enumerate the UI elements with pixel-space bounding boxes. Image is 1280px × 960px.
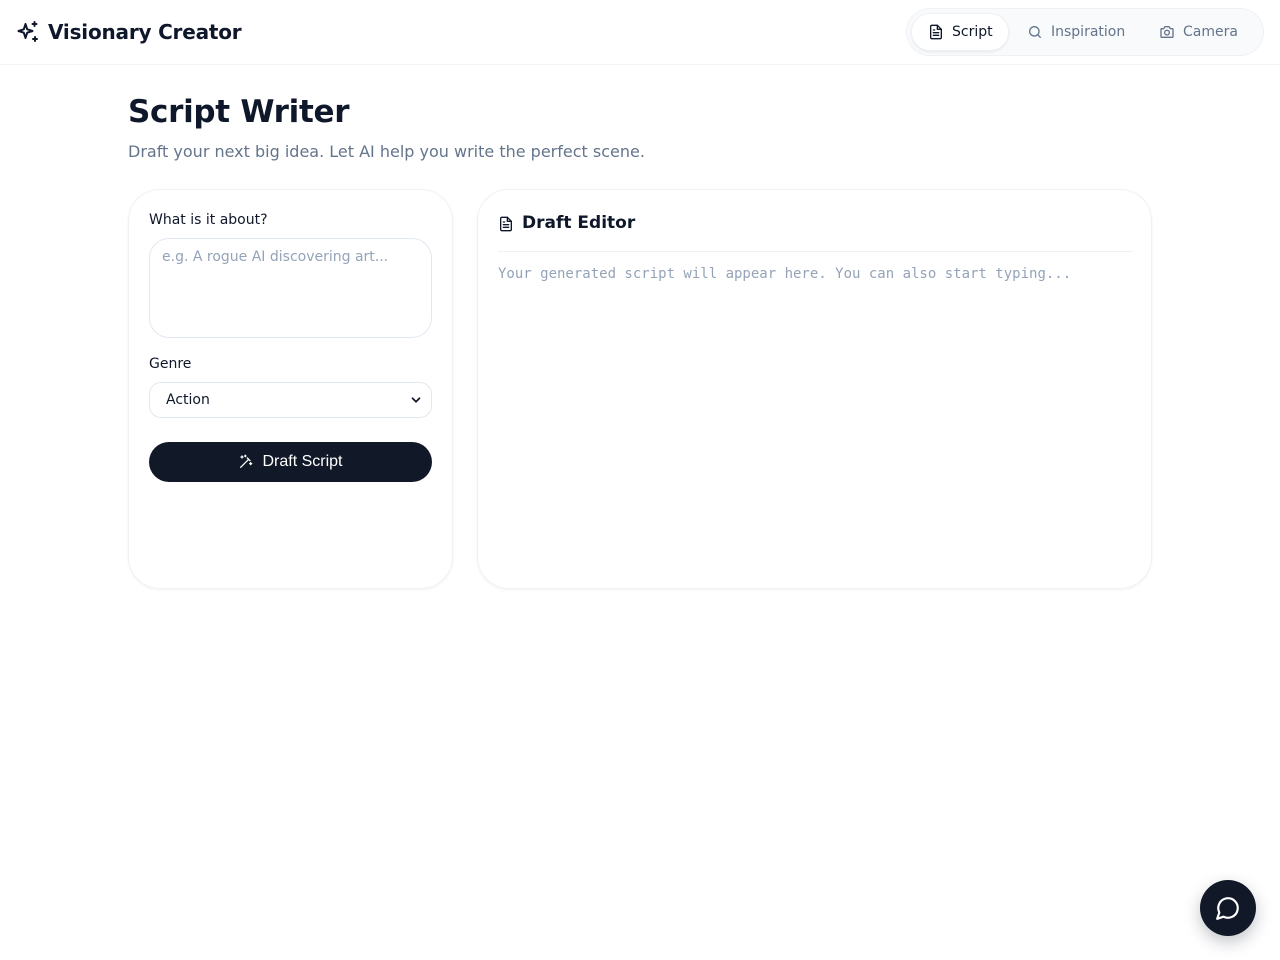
- genre-selected-value: Action: [166, 392, 210, 408]
- sparkles-icon: [16, 20, 40, 44]
- camera-icon: [1159, 24, 1175, 40]
- genre-label: Genre: [149, 356, 192, 372]
- search-icon: [1027, 24, 1043, 40]
- magic-wand-icon: [238, 454, 254, 470]
- draft-script-button[interactable]: Draft Script: [149, 442, 432, 482]
- top-bar: Visionary Creator Script Inspiration Cam…: [0, 0, 1280, 65]
- editor-title: Draft Editor: [522, 213, 636, 233]
- about-input[interactable]: [149, 238, 432, 338]
- about-label: What is it about?: [149, 212, 268, 228]
- draft-script-label: Draft Script: [262, 453, 343, 470]
- chat-bubble-icon: [1215, 895, 1241, 921]
- tab-inspiration[interactable]: Inspiration: [1009, 13, 1143, 51]
- tab-label: Camera: [1183, 24, 1238, 40]
- script-form-card: What is it about? Genre Action Draft Scr…: [128, 189, 453, 589]
- tab-label: Script: [952, 24, 993, 40]
- app-title: Visionary Creator: [48, 20, 242, 44]
- script-editor[interactable]: [498, 266, 1133, 566]
- draft-editor-card: Draft Editor: [477, 189, 1152, 589]
- page-title: Script Writer: [128, 94, 350, 130]
- chat-button[interactable]: [1200, 880, 1256, 936]
- genre-select[interactable]: Action: [149, 382, 432, 418]
- page-subtitle: Draft your next big idea. Let AI help yo…: [128, 142, 645, 161]
- main-nav: Script Inspiration Camera: [906, 8, 1264, 56]
- brand[interactable]: Visionary Creator: [16, 18, 242, 46]
- tab-script[interactable]: Script: [911, 13, 1009, 51]
- tab-camera[interactable]: Camera: [1143, 13, 1259, 51]
- tab-label: Inspiration: [1051, 24, 1126, 40]
- chevron-down-icon: [409, 393, 423, 407]
- editor-header: Draft Editor: [498, 210, 1133, 252]
- document-icon: [498, 216, 514, 232]
- document-icon: [928, 24, 944, 40]
